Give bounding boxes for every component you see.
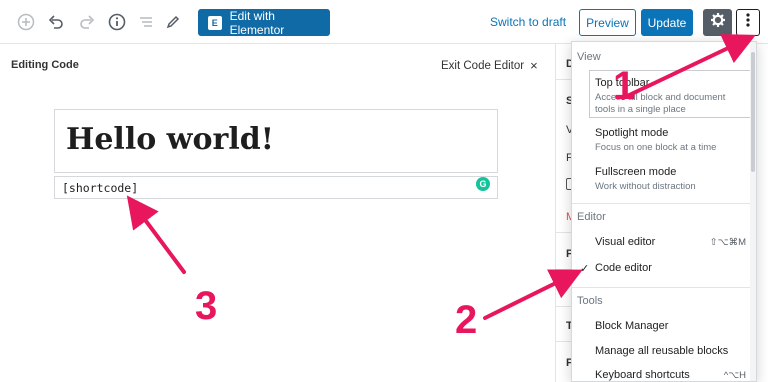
menu-item-top-toolbar[interactable]: Top toolbar Access all block and documen… (572, 70, 756, 118)
menu-item-visual-editor[interactable]: Visual editor ⇧⌥⌘M (572, 232, 756, 254)
menu-item-title: Fullscreen mode (595, 166, 677, 178)
menu-item-keyboard-shortcuts[interactable]: Keyboard shortcuts ^⌥H (572, 367, 756, 382)
menu-item-description: tools in a single place (595, 104, 686, 115)
info-icon[interactable] (106, 11, 128, 33)
menu-separator (572, 203, 756, 204)
top-toolbar: E Edit with Elementor Switch to draft Pr… (0, 0, 768, 44)
menu-separator (572, 287, 756, 288)
menu-item-code-editor[interactable]: ✓ Code editor (572, 258, 756, 280)
menu-item-shortcut: ^⌥H (723, 370, 746, 381)
exit-code-editor-label: Exit Code Editor (441, 59, 525, 72)
settings-button[interactable] (703, 9, 732, 36)
edit-pencil-icon[interactable] (162, 11, 184, 33)
annotation-arrow-3 (126, 195, 186, 274)
menu-item-title: Code editor (595, 262, 652, 274)
menu-item-title: Keyboard shortcuts (595, 369, 690, 381)
menu-item-title: Block Manager (595, 320, 669, 332)
post-title-text: Hello world! (66, 122, 274, 157)
editor-group-label: Editor (577, 211, 606, 223)
redo-icon[interactable] (76, 11, 98, 33)
gear-icon (710, 12, 726, 33)
menu-scrollbar-thumb[interactable] (751, 52, 755, 172)
post-title-field[interactable]: Hello world! (54, 109, 498, 173)
annotation-number-3: 3 (195, 284, 218, 328)
edit-with-elementor-button[interactable]: E Edit with Elementor (198, 8, 330, 37)
code-editor-content: [shortcode] (62, 181, 139, 195)
menu-item-description: Work without distraction (595, 181, 696, 192)
add-block-icon[interactable] (15, 11, 37, 33)
menu-scrollbar[interactable] (750, 42, 756, 381)
view-group-label: View (577, 51, 601, 63)
checkmark-icon: ✓ (580, 263, 590, 275)
update-button[interactable]: Update (641, 9, 693, 36)
menu-item-title: Manage all reusable blocks (595, 345, 729, 357)
undo-icon[interactable] (45, 11, 67, 33)
editing-mode-label: Editing Code (11, 59, 79, 71)
menu-item-spotlight-mode[interactable]: Spotlight mode Focus on one block at a t… (572, 122, 756, 158)
menu-item-description: Focus on one block at a time (595, 142, 717, 153)
elementor-icon: E (208, 15, 222, 30)
block-navigation-icon[interactable] (135, 11, 157, 33)
annotation-number-1: 1 (613, 64, 636, 108)
preview-button[interactable]: Preview (579, 9, 636, 36)
more-tools-menu: View Top toolbar Access all block and do… (571, 41, 757, 382)
tools-group-label: Tools (577, 295, 603, 307)
grammarly-icon[interactable]: G (476, 177, 490, 191)
exit-code-editor-button[interactable]: Exit Code Editor × (441, 58, 538, 73)
menu-item-title: Spotlight mode (595, 127, 669, 139)
vertical-ellipsis-icon (746, 12, 750, 33)
menu-item-fullscreen-mode[interactable]: Fullscreen mode Work without distraction (572, 161, 756, 197)
menu-item-manage-reusable-blocks[interactable]: Manage all reusable blocks (572, 342, 756, 364)
close-icon: × (530, 58, 538, 73)
elementor-label: Edit with Elementor (229, 8, 285, 37)
more-tools-button[interactable] (736, 9, 760, 36)
menu-item-shortcut: ⇧⌥⌘M (709, 237, 746, 248)
menu-item-title: Visual editor (595, 236, 656, 248)
menu-item-block-manager[interactable]: Block Manager (572, 316, 756, 338)
code-editor-textarea[interactable]: [shortcode] (54, 176, 498, 199)
annotation-number-2: 2 (455, 298, 478, 342)
switch-to-draft-link[interactable]: Switch to draft (490, 15, 566, 29)
